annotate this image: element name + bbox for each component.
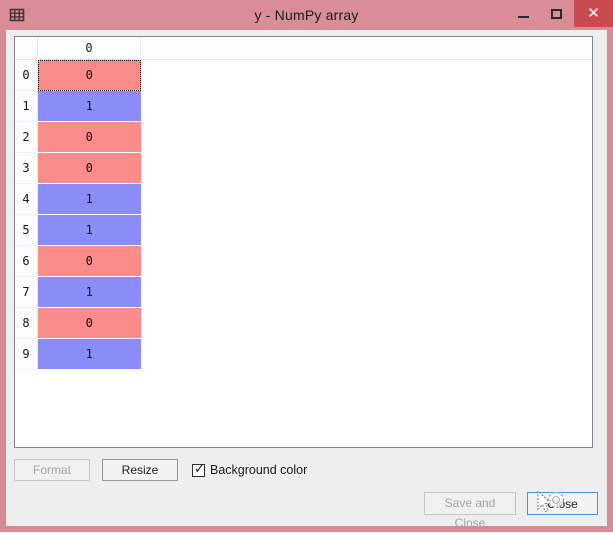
resize-button[interactable]: Resize	[102, 459, 178, 481]
table-cell[interactable]: 1	[37, 183, 141, 215]
table-cell[interactable]: 1	[37, 276, 141, 308]
title-bar[interactable]: y - NumPy array ✕	[0, 0, 613, 30]
save-and-close-button[interactable]: Save and Close	[424, 492, 516, 530]
table-cell-empty	[140, 276, 592, 308]
numpy-array-window: y - NumPy array ✕ 0 0 0 1 1 2 0 3 0 4 1 …	[0, 0, 613, 532]
table-cell[interactable]: 1	[37, 338, 141, 370]
dialog-footer: Save and Close Close	[424, 489, 598, 530]
background-color-checkbox-box[interactable]: ✓	[192, 461, 205, 477]
table-row: 00	[15, 59, 592, 91]
table-row: 30	[15, 152, 592, 184]
row-header-2[interactable]: 2	[15, 121, 38, 153]
row-header-0[interactable]: 0	[15, 59, 38, 91]
checkmark-icon: ✓	[194, 461, 205, 477]
table-cell[interactable]: 0	[37, 245, 141, 277]
table-cell-empty	[140, 152, 592, 184]
table-cell[interactable]: 1	[37, 214, 141, 246]
table-cell-empty	[140, 121, 592, 153]
table-cell[interactable]: 0	[37, 121, 141, 153]
table-cell-empty	[140, 59, 592, 91]
table-row: 71	[15, 276, 592, 308]
table-row: 91	[15, 338, 592, 370]
row-header-8[interactable]: 8	[15, 307, 38, 339]
table-row: 80	[15, 307, 592, 339]
table-cell[interactable]: 0	[37, 59, 141, 91]
close-button-label: Close	[547, 497, 578, 511]
table-cell-empty	[140, 245, 592, 277]
row-header-3[interactable]: 3	[15, 152, 38, 184]
close-button[interactable]: Close	[527, 489, 598, 515]
table-row: 41	[15, 183, 592, 215]
row-header-5[interactable]: 5	[15, 214, 38, 246]
close-icon: ✕	[587, 4, 600, 22]
table-body: 00112030415160718091	[15, 59, 592, 370]
table-cell-empty	[140, 214, 592, 246]
minimize-icon	[518, 15, 529, 18]
close-window-button[interactable]: ✕	[574, 0, 613, 27]
column-header-0[interactable]: 0	[37, 37, 141, 60]
table-cell-empty	[140, 183, 592, 215]
background-color-label: Background color	[210, 463, 308, 477]
minimize-button[interactable]	[506, 0, 540, 27]
table-header-row: 0	[15, 37, 592, 60]
array-table: 0 00112030415160718091	[15, 37, 592, 370]
table-corner-cell[interactable]	[15, 37, 38, 60]
table-row: 60	[15, 245, 592, 277]
table-cell[interactable]: 0	[37, 307, 141, 339]
table-row: 20	[15, 121, 592, 153]
window-controls: ✕	[506, 0, 613, 27]
row-header-7[interactable]: 7	[15, 276, 38, 308]
row-header-4[interactable]: 4	[15, 183, 38, 215]
background-color-checkbox[interactable]: ✓ Background color	[192, 461, 308, 477]
dialog-body: 0 00112030415160718091 Format Resize ✓ B…	[6, 30, 607, 530]
table-cell[interactable]: 1	[37, 90, 141, 122]
column-header-filler	[140, 37, 592, 60]
table-cell-empty	[140, 307, 592, 339]
row-header-9[interactable]: 9	[15, 338, 38, 370]
row-header-6[interactable]: 6	[15, 245, 38, 277]
row-header-1[interactable]: 1	[15, 90, 38, 122]
table-cell-empty	[140, 90, 592, 122]
maximize-icon	[551, 8, 562, 19]
array-table-panel[interactable]: 0 00112030415160718091	[14, 36, 593, 448]
table-cell[interactable]: 0	[37, 152, 141, 184]
table-row: 11	[15, 90, 592, 122]
maximize-button[interactable]	[540, 0, 574, 27]
table-row: 51	[15, 214, 592, 246]
table-cell-empty	[140, 338, 592, 370]
format-button[interactable]: Format	[14, 459, 90, 481]
table-controls-row: Format Resize ✓ Background color	[14, 458, 594, 482]
